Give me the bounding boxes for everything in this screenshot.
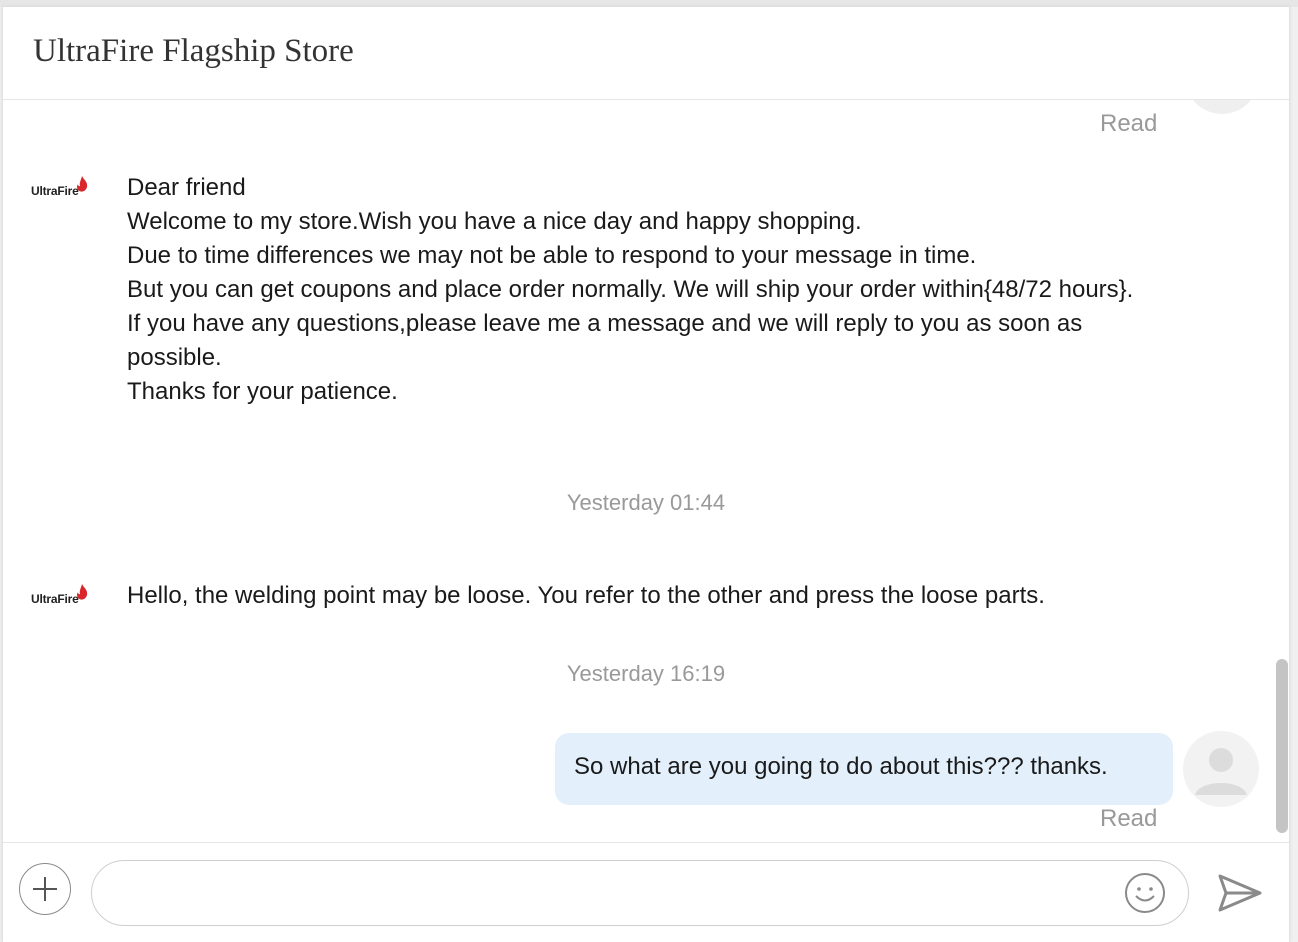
message-composer xyxy=(3,842,1289,942)
store-reply-message: Hello, the welding point may be loose. Y… xyxy=(127,582,1045,609)
welcome-line: If you have any questions,please leave m… xyxy=(127,310,1083,371)
store-logo-text: UltraFire xyxy=(31,184,79,198)
timestamp: Yesterday 16:19 xyxy=(566,661,726,686)
read-receipt: Read xyxy=(1100,805,1158,832)
send-button[interactable] xyxy=(1217,871,1263,915)
welcome-line: Welcome to my store.Wish you have a nice… xyxy=(127,208,862,235)
message-input[interactable] xyxy=(91,860,1189,926)
window-top-edge xyxy=(0,0,1298,7)
user-avatar[interactable] xyxy=(1183,731,1259,807)
message-list[interactable]: Read UltraFire Dear friend Welcome to my… xyxy=(3,100,1289,842)
read-receipt-top: Read xyxy=(1100,110,1158,137)
welcome-line: Due to time differences we may not be ab… xyxy=(127,242,977,269)
welcome-line: Dear friend xyxy=(127,174,246,201)
smiley-icon xyxy=(1125,873,1165,913)
welcome-message: Dear friend Welcome to my store.Wish you… xyxy=(127,171,1157,409)
welcome-line: Thanks for your patience. xyxy=(127,378,398,405)
welcome-line: But you can get coupons and place order … xyxy=(127,276,1134,303)
chat-window: UltraFire Flagship Store Read UltraFire … xyxy=(2,7,1290,942)
user-avatar-icon xyxy=(1195,748,1247,795)
plus-icon xyxy=(33,877,57,901)
store-logo-text: UltraFire xyxy=(31,592,79,606)
store-avatar[interactable]: UltraFire xyxy=(31,584,97,608)
emoji-button[interactable] xyxy=(1123,871,1167,915)
timestamp: Yesterday 01:44 xyxy=(566,490,726,515)
previous-user-avatar xyxy=(1185,100,1259,114)
add-attachment-button[interactable] xyxy=(19,863,71,915)
chat-header: UltraFire Flagship Store xyxy=(3,7,1289,100)
user-message-text: So what are you going to do about this??… xyxy=(574,753,1108,780)
scrollbar-thumb[interactable] xyxy=(1276,659,1288,833)
flame-icon xyxy=(76,584,88,600)
store-title: UltraFire Flagship Store xyxy=(33,33,354,69)
flame-icon xyxy=(76,176,88,192)
user-message-bubble: So what are you going to do about this??… xyxy=(555,733,1173,805)
store-avatar[interactable]: UltraFire xyxy=(31,176,97,200)
send-icon xyxy=(1218,874,1262,912)
